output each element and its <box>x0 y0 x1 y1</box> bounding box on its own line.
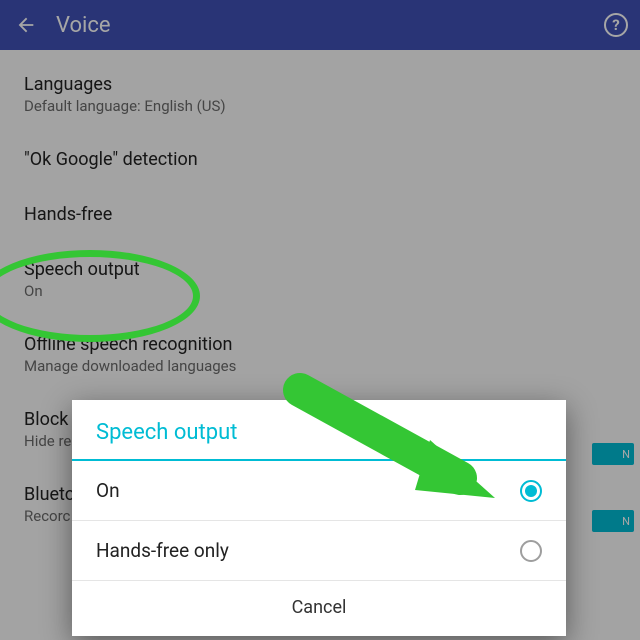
setting-title: Hands-free <box>24 204 616 225</box>
app-bar-title: Voice <box>56 13 111 38</box>
dialog-title: Speech output <box>72 400 566 461</box>
setting-title: Speech output <box>24 259 616 280</box>
voice-settings-screen: Voice ? Languages Default language: Engl… <box>0 0 640 640</box>
back-arrow-icon[interactable] <box>12 11 40 39</box>
help-icon[interactable]: ? <box>604 13 628 37</box>
speech-output-dialog: Speech output On Hands-free only Cancel <box>72 400 566 636</box>
dialog-cancel-button[interactable]: Cancel <box>72 581 566 636</box>
toggle-block[interactable]: N <box>592 443 634 465</box>
toggle-bluetooth[interactable]: N <box>592 510 634 532</box>
radio-icon[interactable] <box>520 540 542 562</box>
dialog-option-hands-free-only[interactable]: Hands-free only <box>72 521 566 581</box>
setting-ok-google[interactable]: "Ok Google" detection <box>0 133 640 188</box>
setting-subtitle: Manage downloaded languages <box>24 357 616 375</box>
setting-title: "Ok Google" detection <box>24 149 616 170</box>
app-bar: Voice ? <box>0 0 640 50</box>
setting-title: Offline speech recognition <box>24 334 616 355</box>
setting-hands-free[interactable]: Hands-free <box>0 188 640 243</box>
radio-icon[interactable] <box>520 480 542 502</box>
setting-speech-output[interactable]: Speech output On <box>0 243 640 318</box>
setting-subtitle: On <box>24 282 616 300</box>
setting-languages[interactable]: Languages Default language: English (US) <box>0 58 640 133</box>
dialog-option-on[interactable]: On <box>72 461 566 521</box>
option-label: Hands-free only <box>96 539 520 562</box>
option-label: On <box>96 479 520 502</box>
setting-subtitle: Default language: English (US) <box>24 97 616 115</box>
setting-offline-recognition[interactable]: Offline speech recognition Manage downlo… <box>0 318 640 393</box>
setting-title: Languages <box>24 74 616 95</box>
